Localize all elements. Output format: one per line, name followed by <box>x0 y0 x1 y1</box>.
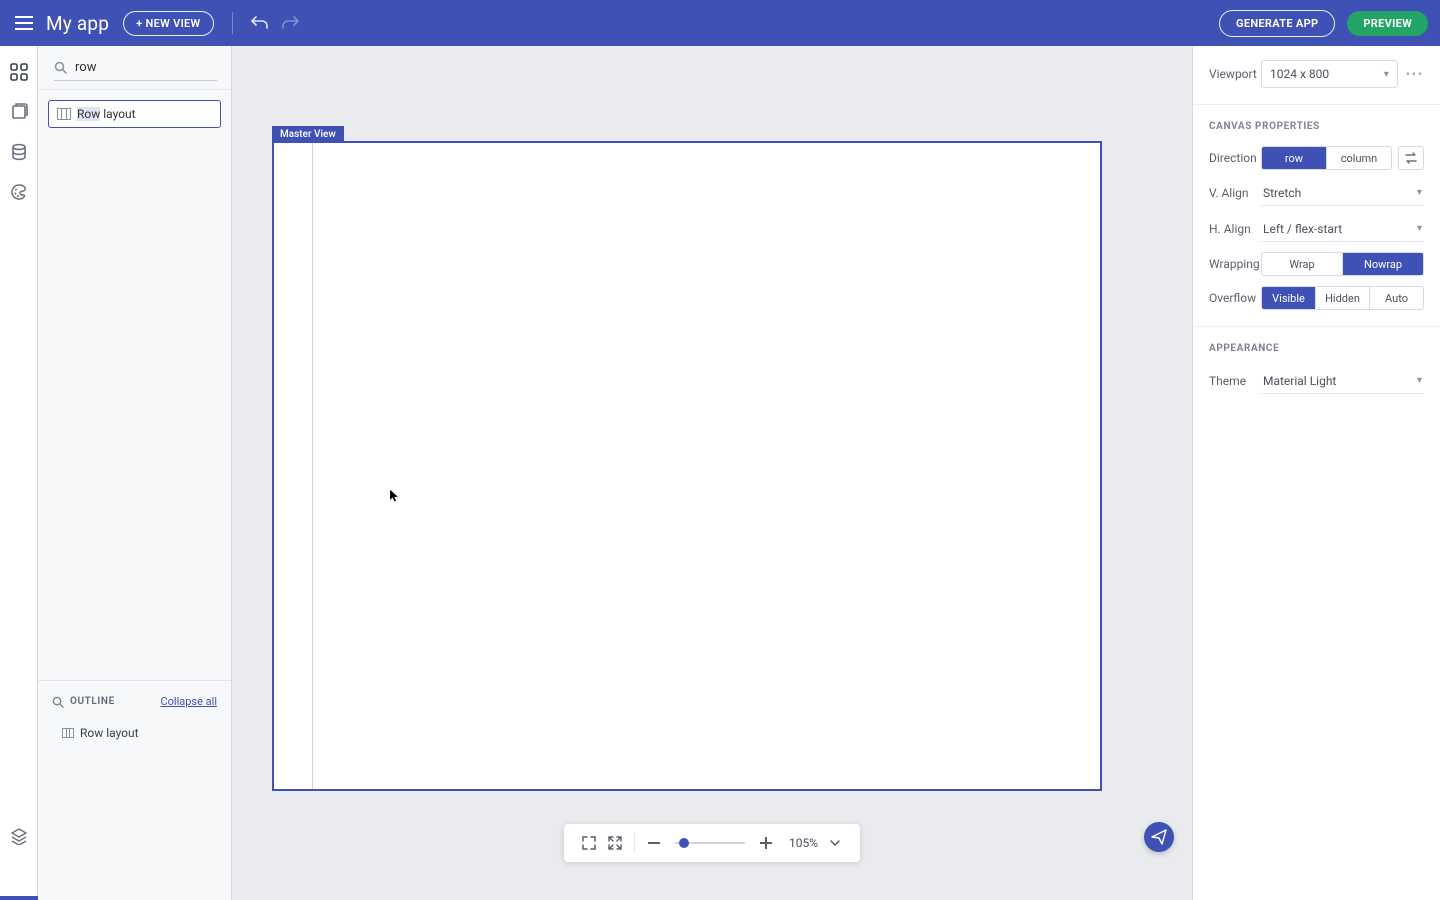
rail-theme-icon[interactable] <box>3 176 35 208</box>
row-layout-icon <box>57 108 71 120</box>
rail-components-icon[interactable] <box>3 56 35 88</box>
direction-column-option[interactable]: column <box>1327 147 1391 169</box>
properties-panel: Viewport 1024 x 800 ▾ ••• CANVAS PROPERT… <box>1192 46 1440 900</box>
menu-icon[interactable] <box>10 9 38 37</box>
search-icon <box>54 61 67 74</box>
outline-item-row-layout[interactable]: Row layout <box>52 726 217 740</box>
collapse-all-link[interactable]: Collapse all <box>160 695 217 708</box>
rail-data-icon[interactable] <box>3 136 35 168</box>
section-title-appearance: APPEARANCE <box>1209 343 1424 354</box>
viewport-select[interactable]: 1024 x 800 ▾ <box>1261 60 1398 88</box>
overflow-segmented: Visible Hidden Auto <box>1261 286 1424 310</box>
chevron-down-icon: ▾ <box>1417 223 1422 234</box>
zoom-dropdown-icon[interactable] <box>822 830 848 856</box>
redo-button[interactable] <box>277 10 303 36</box>
preview-button[interactable]: PREVIEW <box>1347 11 1428 36</box>
row-layout-icon <box>62 728 74 738</box>
outline-item-label: Row layout <box>80 726 139 740</box>
search-input[interactable] <box>75 60 241 75</box>
wrapping-label: Wrapping <box>1209 257 1261 271</box>
valign-select[interactable]: Stretch ▾ <box>1261 180 1424 206</box>
search-row <box>38 46 231 90</box>
new-view-button[interactable]: + NEW VIEW <box>123 11 213 36</box>
swap-direction-icon[interactable] <box>1398 146 1424 170</box>
viewport-label: Viewport <box>1209 67 1261 81</box>
zoom-toolbar: 105% <box>564 824 860 862</box>
generate-app-button[interactable]: GENERATE APP <box>1219 10 1335 37</box>
chevron-down-icon: ▾ <box>1417 187 1422 198</box>
zoom-out-button[interactable] <box>641 830 667 856</box>
canvas-guide-line <box>312 143 313 789</box>
halign-value: Left / flex-start <box>1263 222 1342 236</box>
direction-row-option[interactable]: row <box>1262 147 1327 169</box>
theme-label: Theme <box>1209 374 1261 388</box>
rail-active-indicator <box>0 896 38 900</box>
cursor-icon <box>389 489 399 503</box>
overflow-visible-option[interactable]: Visible <box>1262 287 1316 309</box>
outline-title: OUTLINE <box>70 696 115 707</box>
canvas-area[interactable]: Master View 105% <box>232 46 1192 900</box>
component-result-label: Row layout <box>77 107 136 121</box>
halign-label: H. Align <box>1209 222 1261 236</box>
theme-value: Material Light <box>1263 374 1336 388</box>
chevron-down-icon: ▾ <box>1417 375 1422 386</box>
send-fab[interactable] <box>1144 822 1174 852</box>
zoom-value: 105% <box>789 836 818 850</box>
rail-pages-icon[interactable] <box>3 96 35 128</box>
more-options-icon[interactable]: ••• <box>1406 67 1424 81</box>
viewport-value: 1024 x 800 <box>1270 67 1329 81</box>
direction-segmented: row column <box>1261 146 1392 170</box>
app-title: My app <box>46 12 109 35</box>
wrapping-nowrap-option[interactable]: Nowrap <box>1343 253 1423 275</box>
overflow-auto-option[interactable]: Auto <box>1370 287 1423 309</box>
zoom-in-button[interactable] <box>753 830 779 856</box>
search-icon <box>52 696 64 708</box>
zoom-slider[interactable] <box>675 842 745 844</box>
overflow-label: Overflow <box>1209 291 1261 305</box>
direction-label: Direction <box>1209 151 1261 165</box>
overflow-hidden-option[interactable]: Hidden <box>1316 287 1370 309</box>
left-rail <box>0 46 38 900</box>
fit-screen-icon[interactable] <box>576 830 602 856</box>
fullscreen-icon[interactable] <box>602 830 628 856</box>
undo-button[interactable] <box>247 10 273 36</box>
wrapping-segmented: Wrap Nowrap <box>1261 252 1424 276</box>
valign-value: Stretch <box>1263 186 1301 200</box>
canvas-frame[interactable] <box>272 141 1102 791</box>
wrapping-wrap-option[interactable]: Wrap <box>1262 253 1343 275</box>
outline-panel: OUTLINE Collapse all Row layout <box>38 680 231 900</box>
theme-select[interactable]: Material Light ▾ <box>1261 368 1424 394</box>
header-divider <box>232 12 233 34</box>
components-panel: Row layout OUTLINE Collapse all Row layo… <box>38 46 232 900</box>
chevron-down-icon: ▾ <box>1384 69 1389 80</box>
app-header: My app + NEW VIEW GENERATE APP PREVIEW <box>0 0 1440 46</box>
valign-label: V. Align <box>1209 186 1261 200</box>
halign-select[interactable]: Left / flex-start ▾ <box>1261 216 1424 242</box>
component-result-row-layout[interactable]: Row layout <box>48 100 221 128</box>
rail-layers-icon[interactable] <box>3 820 35 852</box>
section-title-canvas: CANVAS PROPERTIES <box>1209 121 1424 132</box>
